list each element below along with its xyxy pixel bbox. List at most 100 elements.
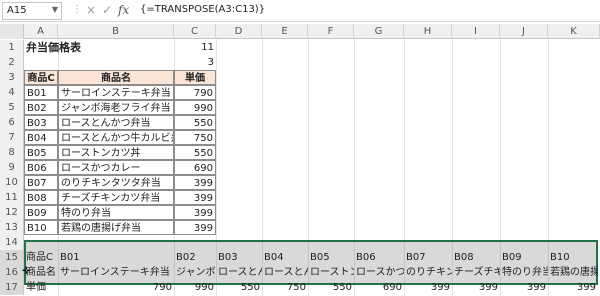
transposed-cell[interactable]: B05 xyxy=(308,250,354,265)
table-cell-price[interactable]: 550 xyxy=(174,145,216,160)
row-header[interactable]: 6 xyxy=(0,115,24,130)
table-cell-code[interactable]: B07 xyxy=(24,175,58,190)
row-header[interactable]: 8 xyxy=(0,145,24,160)
table-cell-code[interactable]: B09 xyxy=(24,205,58,220)
transposed-cell[interactable]: 990 xyxy=(174,280,216,295)
column-header-j[interactable]: J xyxy=(500,24,548,39)
transposed-cell[interactable]: B03 xyxy=(216,250,262,265)
transposed-cell[interactable]: 若鶏の唐揚 xyxy=(548,265,598,280)
transposed-cell[interactable]: B07 xyxy=(404,250,452,265)
transposed-cell[interactable]: B08 xyxy=(452,250,500,265)
row-header[interactable]: 15 xyxy=(0,250,24,265)
table-cell-code[interactable]: B01 xyxy=(24,85,58,100)
row-header[interactable]: 9 xyxy=(0,160,24,175)
table-cell-code[interactable]: B06 xyxy=(24,160,58,175)
table-cell-price[interactable]: 690 xyxy=(174,160,216,175)
sheet-title[interactable]: 弁当価格表 xyxy=(24,40,174,55)
transposed-cell[interactable]: B04 xyxy=(262,250,308,265)
cancel-icon[interactable]: × xyxy=(86,3,96,17)
table-cell-code[interactable]: B04 xyxy=(24,130,58,145)
table-cell-name[interactable]: 特のり弁当 xyxy=(58,205,174,220)
transposed-cell[interactable]: 単価 xyxy=(24,280,58,295)
transposed-cell[interactable]: 550 xyxy=(308,280,354,295)
table-cell-name[interactable]: 若鶏の唐揚げ弁当 xyxy=(58,220,174,235)
column-header-h[interactable]: H xyxy=(404,24,452,39)
row-header[interactable]: 7 xyxy=(0,130,24,145)
row-header[interactable]: 13 xyxy=(0,220,24,235)
column-header-a[interactable]: A xyxy=(24,24,58,39)
row-header[interactable]: 17 xyxy=(0,280,24,295)
column-header-g[interactable]: G xyxy=(354,24,404,39)
row-header[interactable]: 12 xyxy=(0,205,24,220)
table-cell-price[interactable]: 750 xyxy=(174,130,216,145)
row-header[interactable]: 14 xyxy=(0,235,24,250)
table-cell-name[interactable]: ジャンボ海老フライ弁当 xyxy=(58,100,174,115)
transposed-cell[interactable]: B01 xyxy=(58,250,174,265)
transposed-cell[interactable]: 790 xyxy=(58,280,174,295)
table-header-code[interactable]: 商品C xyxy=(24,70,58,85)
table-cell-name[interactable]: ローストンカツ丼 xyxy=(58,145,174,160)
transposed-cell[interactable]: 550 xyxy=(216,280,262,295)
table-cell-price[interactable]: 550 xyxy=(174,115,216,130)
table-cell-price[interactable]: 399 xyxy=(174,175,216,190)
table-cell-name[interactable]: ロースとんかつ牛カルビ弁当 xyxy=(58,130,174,145)
row-header[interactable]: 5 xyxy=(0,100,24,115)
transposed-cell[interactable]: 399 xyxy=(452,280,500,295)
table-cell-name[interactable]: ロースとんかつ弁当 xyxy=(58,115,174,130)
transposed-cell[interactable]: B02 xyxy=(174,250,216,265)
table-cell-price[interactable]: 399 xyxy=(174,220,216,235)
cell-c2[interactable]: 3 xyxy=(174,55,216,70)
transposed-cell[interactable]: B10 xyxy=(548,250,598,265)
table-cell-name[interactable]: サーロインステーキ弁当 xyxy=(58,85,174,100)
table-cell-code[interactable]: B05 xyxy=(24,145,58,160)
column-header-k[interactable]: K xyxy=(548,24,600,39)
table-cell-code[interactable]: B02 xyxy=(24,100,58,115)
transposed-cell[interactable]: 特のり弁当 xyxy=(500,265,548,280)
column-header-e[interactable]: E xyxy=(262,24,308,39)
select-all-corner[interactable] xyxy=(0,24,24,39)
name-box[interactable]: A15 ▼ xyxy=(2,2,62,20)
table-cell-price[interactable]: 990 xyxy=(174,100,216,115)
table-cell-price[interactable]: 399 xyxy=(174,205,216,220)
transposed-cell[interactable]: ロースかつ xyxy=(354,265,404,280)
transposed-cell[interactable]: B06 xyxy=(354,250,404,265)
row-header[interactable]: 11 xyxy=(0,190,24,205)
confirm-icon[interactable]: ✓ xyxy=(102,3,112,17)
cell-c1[interactable]: 11 xyxy=(174,40,216,55)
table-header-price[interactable]: 単価 xyxy=(174,70,216,85)
transposed-cell[interactable]: サーロインステーキ弁当 xyxy=(58,265,174,280)
table-cell-code[interactable]: B08 xyxy=(24,190,58,205)
column-header-b[interactable]: B xyxy=(58,24,174,39)
column-header-c[interactable]: C xyxy=(174,24,216,39)
chevron-down-icon[interactable]: ▼ xyxy=(52,5,58,14)
table-cell-price[interactable]: 399 xyxy=(174,190,216,205)
transposed-cell[interactable]: ローストン xyxy=(308,265,354,280)
table-cell-price[interactable]: 790 xyxy=(174,85,216,100)
row-header[interactable]: 10 xyxy=(0,175,24,190)
table-cell-code[interactable]: B03 xyxy=(24,115,58,130)
table-cell-name[interactable]: チーズチキンカツ弁当 xyxy=(58,190,174,205)
transposed-cell[interactable]: 750 xyxy=(262,280,308,295)
column-header-d[interactable]: D xyxy=(216,24,262,39)
table-header-name[interactable]: 商品名 xyxy=(58,70,174,85)
row-header[interactable]: 4 xyxy=(0,85,24,100)
row-header[interactable]: 2 xyxy=(0,55,24,70)
transposed-cell[interactable]: 399 xyxy=(404,280,452,295)
table-cell-name[interactable]: ロースかつカレー xyxy=(58,160,174,175)
column-header-i[interactable]: I xyxy=(452,24,500,39)
table-cell-name[interactable]: のりチキンタツタ弁当 xyxy=(58,175,174,190)
table-cell-code[interactable]: B10 xyxy=(24,220,58,235)
transposed-cell[interactable]: 399 xyxy=(500,280,548,295)
formula-input[interactable]: {=TRANSPOSE(A3:C13)} xyxy=(136,2,598,20)
transposed-cell[interactable]: チーズチキ xyxy=(452,265,500,280)
row-header[interactable]: 1 xyxy=(0,40,24,55)
transposed-cell[interactable]: ロースとん xyxy=(216,265,262,280)
transposed-cell[interactable]: B09 xyxy=(500,250,548,265)
row-header[interactable]: 16 xyxy=(0,265,24,280)
transposed-cell[interactable]: ロースとん xyxy=(262,265,308,280)
transposed-cell[interactable]: のりチキン xyxy=(404,265,452,280)
insert-function-icon[interactable]: fx xyxy=(118,3,129,17)
row-header[interactable]: 3 xyxy=(0,70,24,85)
transposed-cell[interactable]: 399 xyxy=(548,280,598,295)
transposed-cell[interactable]: 690 xyxy=(354,280,404,295)
